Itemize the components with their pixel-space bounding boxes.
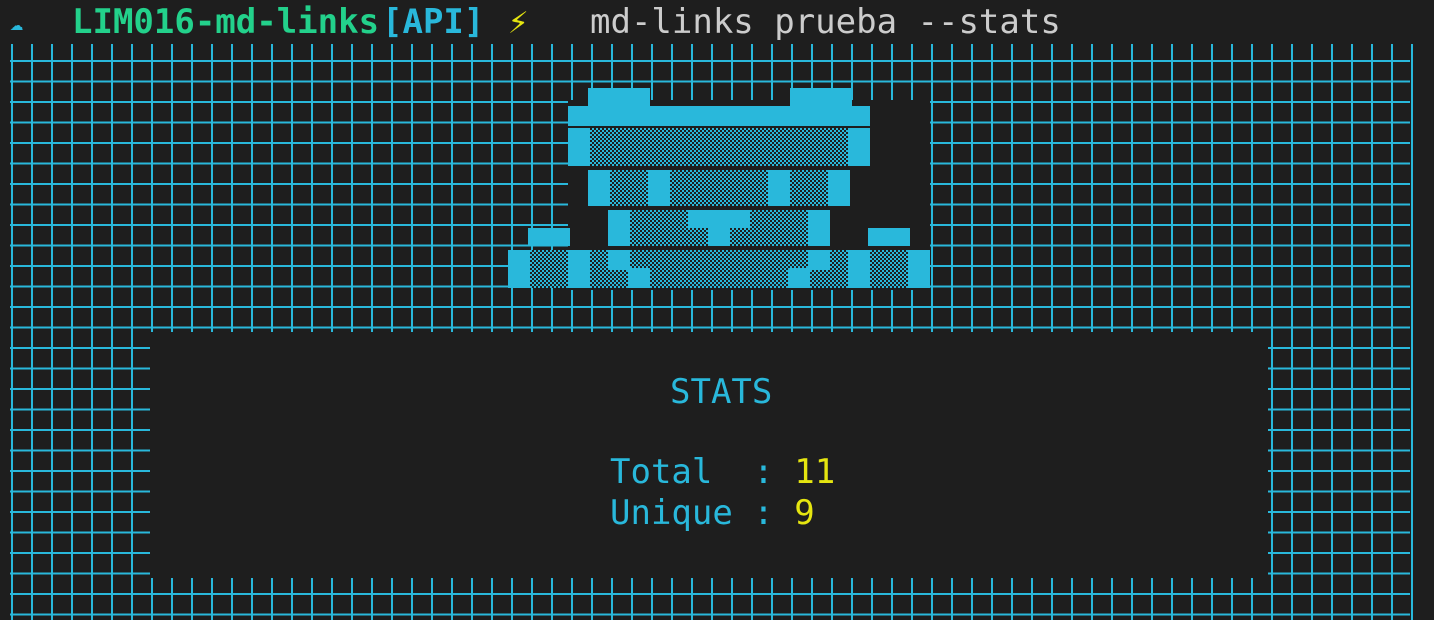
bolt-icon: ⚡	[508, 2, 529, 42]
stats-title: STATS	[670, 372, 773, 412]
command-text: md-links prueba --stats	[590, 2, 1061, 42]
stats-panel: STATS Total : 11 Unique : 9	[150, 332, 1268, 578]
total-row: Total : 11	[610, 452, 835, 492]
total-value: 11	[794, 452, 836, 492]
unique-label: Unique :	[610, 493, 795, 533]
shell-prompt: ☁ LIM016-md-links [API] ⚡ md-links prueb…	[0, 0, 1434, 44]
total-label: Total :	[610, 452, 795, 492]
terminal-window: ☁ LIM016-md-links [API] ⚡ md-links prueb…	[0, 0, 1434, 620]
unique-value: 9	[794, 493, 815, 533]
git-branch: [API]	[382, 2, 485, 42]
unique-row: Unique : 9	[610, 493, 815, 533]
cloud-icon: ☁	[10, 11, 24, 36]
pixel-sprite	[508, 88, 930, 290]
directory-name: LIM016-md-links	[72, 2, 380, 42]
